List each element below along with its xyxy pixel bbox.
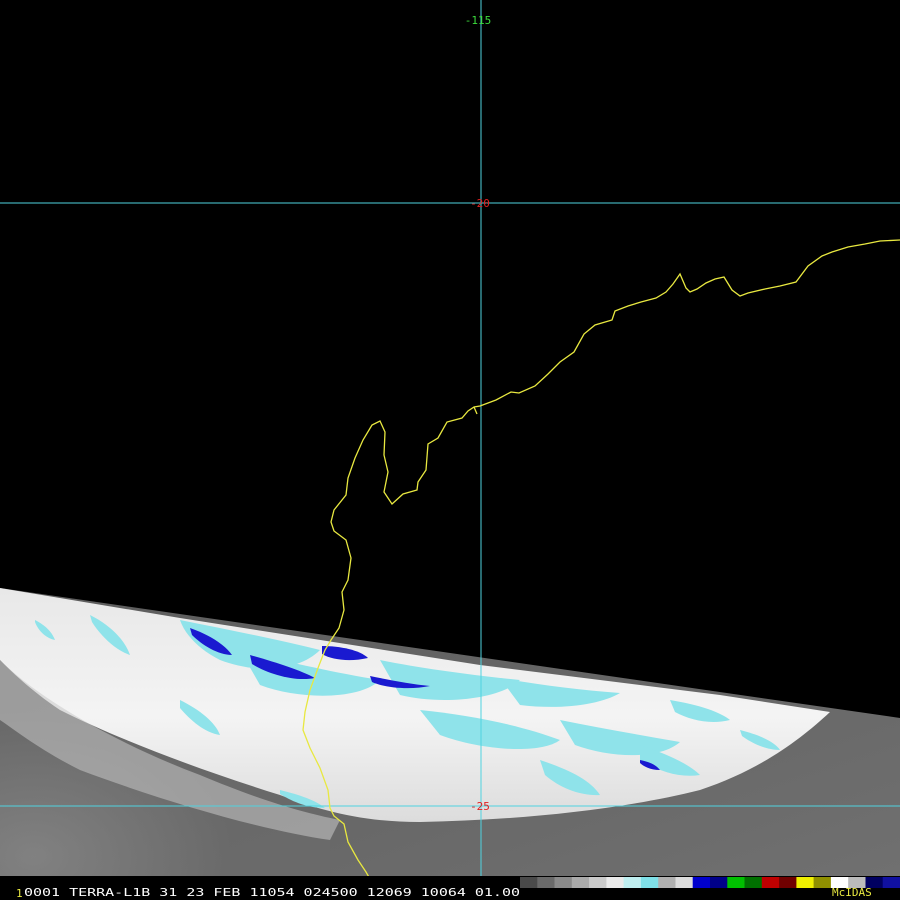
color-bar-segment	[813, 877, 832, 888]
lat-label-25: -25	[470, 800, 490, 813]
color-bar-segment	[623, 877, 642, 888]
color-bar-segment	[744, 877, 763, 888]
color-bar-segment	[675, 877, 694, 888]
color-bar-segment	[606, 877, 625, 888]
coastline-islet	[473, 406, 478, 415]
color-bar-segment	[779, 877, 797, 888]
lon-label-115: -115	[465, 14, 492, 27]
satellite-map: -115 -20 -25 1 0001 TERRA-L1B 31 23 FEB …	[0, 0, 900, 900]
color-bar-segment	[796, 877, 815, 888]
color-bar-segment	[520, 877, 538, 888]
color-bar-segment	[658, 877, 676, 888]
color-bar-segment	[710, 877, 728, 888]
color-bar-segment	[554, 877, 573, 888]
color-bar-segment	[537, 877, 556, 888]
color-bar-segment	[727, 877, 746, 888]
frame-marker: 1	[16, 887, 23, 900]
color-bar-segment	[882, 877, 900, 888]
status-text: 0001 TERRA-L1B 31 23 FEB 11054 024500 12…	[24, 886, 520, 899]
color-bar-segment	[640, 877, 659, 888]
color-bar-segment	[589, 877, 607, 888]
color-bar-segment	[761, 877, 780, 888]
lat-label-20: -20	[470, 197, 490, 210]
color-bar-segment	[571, 877, 590, 888]
mcidas-brand: McIDAS	[832, 886, 872, 899]
color-bar-segment	[692, 877, 711, 888]
satellite-image-viewer: -115 -20 -25 1 0001 TERRA-L1B 31 23 FEB …	[0, 0, 900, 900]
